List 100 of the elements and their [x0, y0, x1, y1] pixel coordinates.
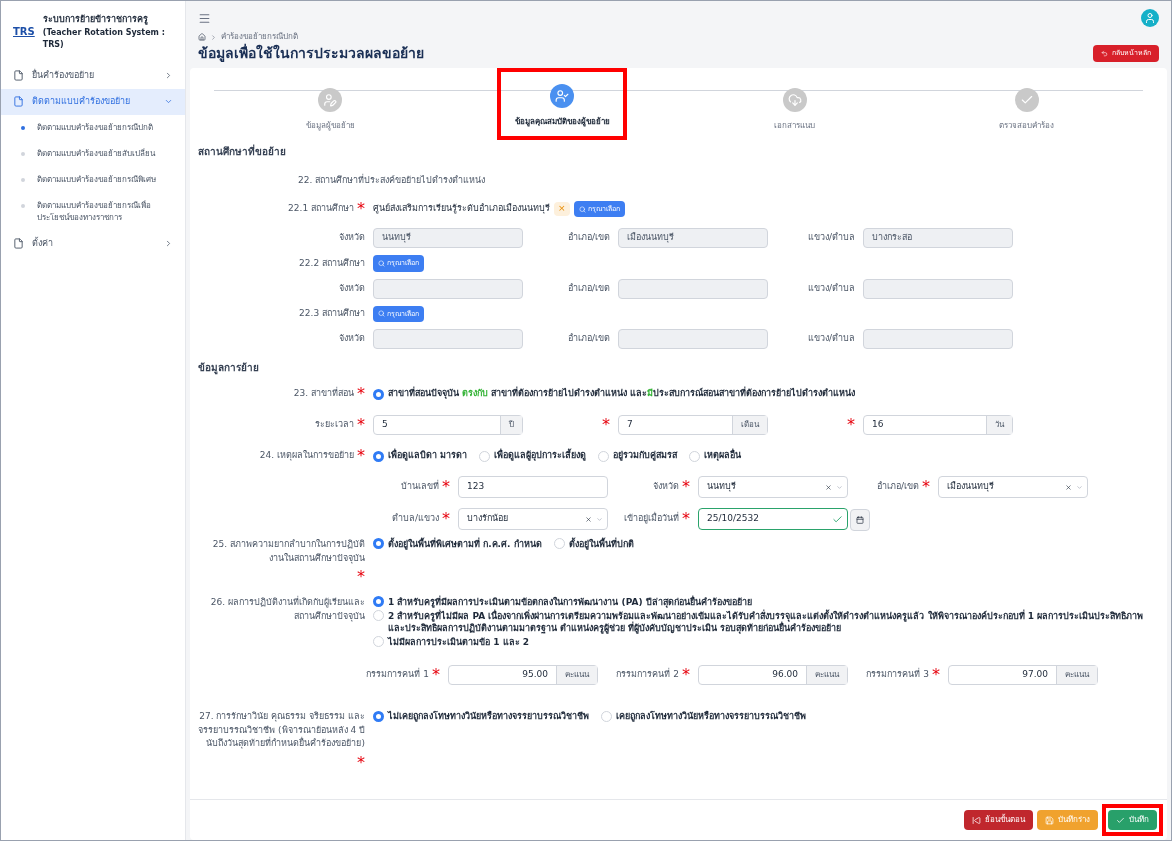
radio-button[interactable] — [373, 450, 384, 462]
unit-addon: คะแนน — [1056, 666, 1097, 684]
home-icon[interactable] — [198, 33, 206, 41]
chevron-right-icon — [210, 33, 217, 41]
menu-icon[interactable] — [198, 11, 211, 25]
field-label: เข้าอยู่เมื่อวันที่ — [624, 512, 679, 526]
chevron-down-icon — [596, 515, 603, 523]
field-label: กรรมการคนที่ 2 — [616, 668, 679, 682]
app-title: ระบบการย้ายข้าราชการครู — [42, 13, 149, 27]
required-mark: * — [932, 664, 940, 686]
radio-label: ไม่เคยถูกลงโทษทางวินัยหรือทางจรรยาบรรณวิชาชีพ — [388, 710, 589, 724]
field-label: อำเภอ/เขต — [567, 231, 610, 245]
user-edit-icon — [323, 93, 338, 107]
required-mark: * — [922, 476, 930, 498]
input-field[interactable] — [863, 329, 1013, 349]
sidebar-subitem[interactable]: ติดตามแบบคำร้องขอย้ายกรณีพิเศษ — [1, 166, 185, 193]
input-field[interactable] — [863, 278, 1013, 299]
file-icon — [13, 70, 24, 81]
radio-label: เคยถูกลงโทษทางวินัยหรือทางจรรยาบรรณวิชาชีพ — [616, 710, 806, 724]
sidebar-subitem[interactable]: ติดตามแบบคำร้องขอย้ายสับเปลี่ยน — [1, 140, 185, 167]
calendar-button[interactable] — [850, 509, 870, 531]
breadcrumb-link[interactable]: คำร้องขอย้ายกรณีปกติ — [221, 31, 298, 43]
sidebar-subitem[interactable]: ติดตามแบบคำร้องขอย้ายกรณีปกติ — [1, 114, 185, 141]
sidebar-item[interactable]: ตั้งค่า — [1, 230, 185, 257]
input-field[interactable] — [618, 329, 768, 349]
calendar-icon — [856, 516, 864, 524]
input-field[interactable]: นนทบุรี — [373, 228, 523, 248]
required-mark: * — [357, 414, 365, 436]
question-label: 22. สถานศึกษาที่ประสงค์ขอย้ายไปดำรงตำแหน่ง — [298, 175, 486, 185]
check-icon — [832, 513, 843, 525]
input-field[interactable] — [618, 278, 768, 299]
radio-label: สาขาที่สอนปัจจุบัน ตรงกับ สาขาที่ต้องการย้ายไปดำรงตำแหน่ง และมีประสบการณ์สอนสาขาที่ต้องการย้ายไปดำรงตำแหน่ง — [388, 387, 856, 401]
date-field[interactable]: 25/10/2532 — [698, 508, 848, 530]
radio-label: เพื่อดูแลบิดา มารดา — [388, 449, 468, 463]
clear-icon[interactable] — [585, 515, 592, 523]
input-field[interactable]: เมืองนนทบุรี — [618, 228, 768, 248]
input-group[interactable]: 97.00 คะแนน — [948, 665, 1098, 685]
chevron-down-icon — [1076, 483, 1083, 491]
unit-addon: วัน — [986, 416, 1012, 434]
input-field[interactable]: 123 — [458, 476, 608, 498]
skip-back-icon — [972, 815, 981, 825]
required-mark: * — [442, 508, 450, 530]
field-label: แขวง/ตำบล — [807, 332, 855, 346]
section-title: สถานศึกษาที่ขอย้าย — [198, 144, 287, 159]
required-mark: * — [357, 198, 365, 220]
question-label: 25. สภาพความยากลำบากในการปฏิบัติงานในสถานศึกษาปัจจุบัน — [211, 538, 365, 565]
input-field[interactable] — [373, 278, 523, 299]
user-check-icon — [555, 89, 570, 103]
field-label: อำเภอ/เขต — [567, 281, 610, 295]
clear-icon[interactable] — [825, 483, 832, 491]
radio-label: 2 สำหรับครูที่ไม่มีผล PA เนื่องจากเพิ่งผ่านการเตรียมความพร้อมและพัฒนาอย่างเข้มและได้รับคำสั่งบรรจุและแต่งตั้งให้ดำรงตำแหน่งครูแล้ว ให้พิจารณาองค์ประกอบที่ 1 ผลการประเมินประสิทธิภาพและประสิทธิผลการปฏิบัติงานตามมาตรฐาน ตำแหน่งครูผู้ช่วย ที่ผู้บังคับบัญชาประเมิน รอบสุดท้ายก่อนยื่นคำร้องขอย้าย — [388, 610, 1145, 634]
sidebar-item[interactable]: ติดตามแบบคำร้องขอย้าย — [1, 88, 185, 115]
unit-addon: ปี — [500, 416, 522, 434]
input-group[interactable]: 16 วัน — [863, 415, 1013, 435]
field-label: กรรมการคนที่ 3 — [866, 668, 929, 682]
input-field[interactable] — [373, 329, 523, 349]
user-avatar[interactable] — [1141, 9, 1159, 27]
step-label: ตรวจสอบคำร้อง — [999, 120, 1055, 132]
radio-button[interactable] — [373, 538, 384, 549]
radio-label: 1 สำหรับครูที่มีผลการประเมินตามข้อตกลงในการพัฒนางาน (PA) ปีล่าสุดก่อนยื่นคำร้องขอย้าย — [388, 596, 752, 608]
search-icon — [378, 259, 385, 267]
radio-button[interactable] — [373, 596, 384, 607]
radio-label: ตั้งอยู่ในพื้นที่พิเศษตามที่ ก.ค.ศ. กำหนด — [388, 538, 542, 550]
unit-addon: คะแนน — [556, 666, 597, 684]
sidebar-item[interactable]: ยื่นคำร้องขอย้าย — [1, 62, 185, 89]
radio-label: อยู่รวมกับคู่สมรส — [613, 449, 678, 463]
sidebar-subitem[interactable]: ติดตามแบบคำร้องขอย้ายกรณีเพื่อประโยชน์ของทางราชการ — [1, 192, 185, 231]
field-label: 22.3 สถานศึกษา — [299, 307, 365, 320]
required-mark: * — [682, 664, 690, 686]
required-mark: * — [357, 751, 365, 774]
field-label: ตำบล/แขวง — [391, 512, 439, 526]
select-field[interactable]: นนทบุรี — [698, 476, 848, 498]
input-group[interactable]: 5 ปี — [373, 415, 523, 435]
input-field[interactable]: บางกระสอ — [863, 228, 1013, 248]
required-mark: * — [682, 476, 690, 498]
check-icon — [1019, 93, 1034, 107]
clear-icon[interactable] — [1065, 483, 1072, 491]
app-subtitle: (Teacher Rotation System : TRS) — [42, 26, 166, 51]
required-mark: * — [602, 414, 610, 436]
radio-button[interactable] — [373, 711, 384, 723]
undo-icon — [1101, 50, 1108, 57]
step-label: เอกสารแนบ — [774, 120, 816, 132]
save-icon — [1045, 815, 1054, 825]
check-icon — [1116, 815, 1125, 825]
select-field[interactable]: บางรักน้อย — [458, 508, 608, 530]
field-label: จังหวัด — [653, 480, 679, 494]
radio-label: เพื่อดูแลผู้อุปการะเลี้ยงดู — [494, 449, 587, 463]
select-field[interactable]: เมืองนนทบุรี — [938, 476, 1088, 498]
input-group[interactable]: 96.00 คะแนน — [698, 665, 848, 685]
back-button[interactable]: ย้อนขั้นตอน — [964, 810, 1033, 830]
required-mark: * — [442, 476, 450, 498]
radio-button[interactable] — [373, 388, 384, 400]
radio-label: เหตุผลอื่น — [704, 449, 742, 463]
required-mark: * — [357, 566, 365, 588]
required-mark: * — [432, 664, 440, 686]
question-label: 26. ผลการปฏิบัติงานที่เกิดกับผู้เรียนและสถานศึกษาปัจจุบัน — [209, 596, 365, 623]
input-group[interactable]: 95.00 คะแนน — [448, 665, 598, 685]
input-group[interactable]: 7 เดือน — [618, 415, 768, 435]
step-label: ข้อมูลคุณสมบัติของผู้ขอย้าย — [514, 116, 610, 128]
chevron-down-icon — [836, 483, 843, 491]
